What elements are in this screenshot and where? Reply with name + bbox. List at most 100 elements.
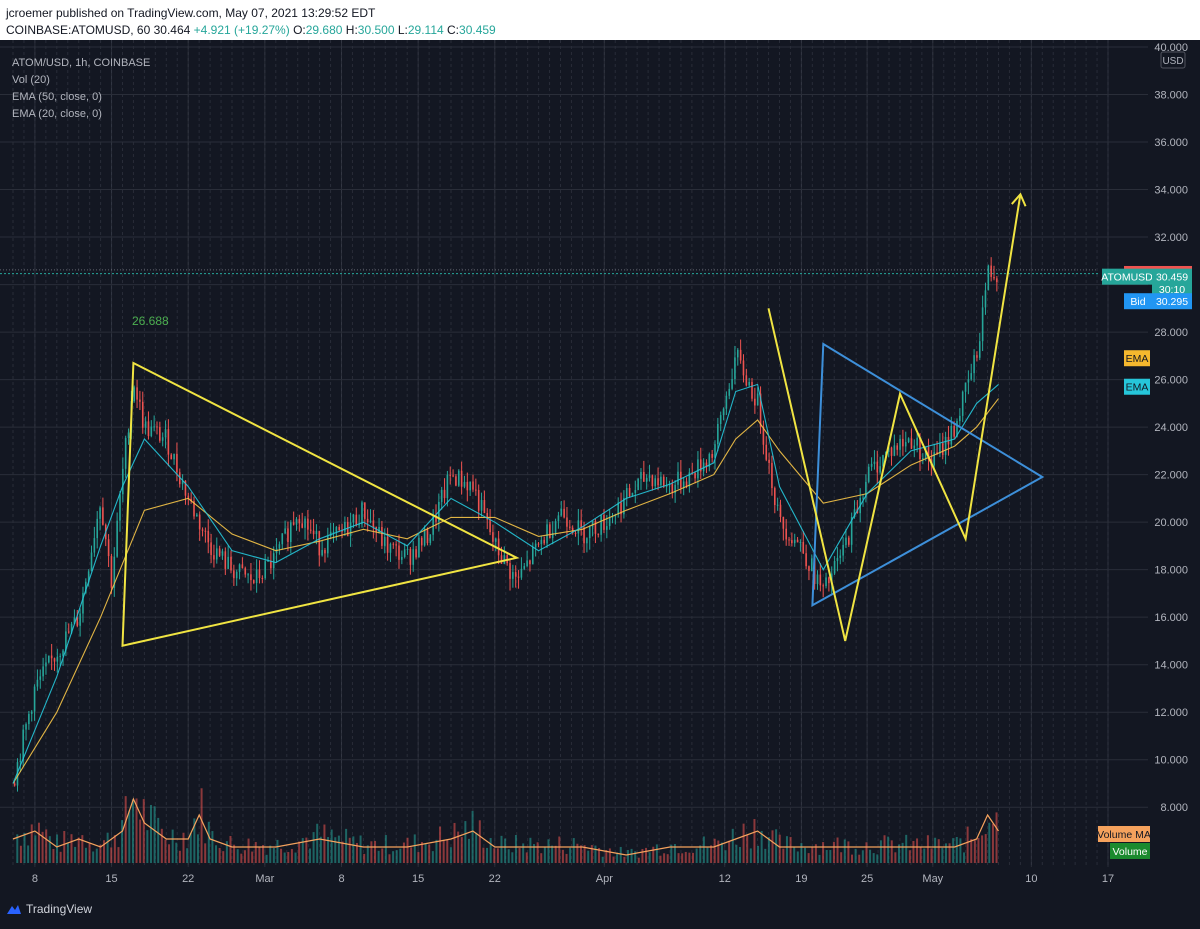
candle-body	[523, 566, 526, 569]
volume-bar	[34, 835, 37, 863]
candle-body	[597, 533, 600, 535]
x-tick-label: 8	[32, 873, 38, 885]
y-tick-label: 24.000	[1154, 422, 1188, 434]
volume-bar	[551, 845, 554, 863]
candle-body	[981, 307, 984, 342]
candle-body	[540, 539, 543, 545]
candle-body	[261, 578, 264, 580]
volume-bar	[507, 849, 510, 863]
candle-body	[904, 442, 907, 447]
legend-ema50[interactable]: EMA (50, close, 0)	[12, 89, 150, 106]
candle-body	[628, 488, 631, 497]
price-change: +4.921 (+19.27%)	[193, 23, 290, 37]
candle-body	[825, 577, 827, 587]
candle-body	[420, 537, 423, 546]
volume-bar	[168, 844, 171, 863]
volume-bar	[952, 838, 955, 863]
volume-bar	[710, 845, 713, 863]
candle-body	[167, 429, 170, 455]
x-tick-label: 17	[1102, 873, 1114, 885]
volume-bar	[410, 847, 413, 863]
volume-bar	[695, 848, 698, 863]
volume-bar	[565, 853, 568, 863]
legend-volume[interactable]: Vol (20)	[12, 72, 150, 89]
volume-bar	[905, 834, 908, 863]
tradingview-logo[interactable]: TradingView	[6, 902, 92, 916]
volume-bar	[37, 822, 40, 863]
volume-bar	[406, 837, 409, 863]
plot-area[interactable]	[0, 40, 1148, 867]
candle-body	[899, 438, 901, 450]
candle-body	[318, 531, 321, 556]
candle-body	[785, 528, 787, 540]
volume-bar	[160, 828, 163, 863]
candle-body	[147, 421, 150, 437]
candle-body	[637, 478, 639, 491]
candle-body	[586, 538, 588, 544]
volume-bar	[341, 841, 344, 863]
candle-body	[122, 468, 124, 495]
candle-body	[227, 556, 229, 569]
volume-bar	[417, 852, 420, 863]
candle-body	[922, 457, 924, 460]
candle-body	[369, 520, 372, 523]
volume-bar	[334, 837, 337, 863]
candle-body	[139, 399, 141, 402]
volume-bar	[84, 847, 87, 863]
candle-body	[455, 476, 457, 486]
volume-bar	[988, 822, 991, 863]
candle-body	[862, 497, 864, 499]
y-tick-label: 22.000	[1154, 470, 1188, 482]
price-chart[interactable]: 26.688 8.000 10.000 12.000 14.000 16.000 18.0…	[0, 40, 1200, 893]
candle-body	[964, 382, 967, 392]
volume-bar	[843, 839, 846, 863]
volume-bar	[757, 845, 760, 863]
published-line: jcroemer published on TradingView.com, M…	[6, 6, 376, 20]
candle-body	[136, 387, 138, 400]
candle-body	[574, 532, 577, 534]
candle-body	[754, 398, 756, 406]
volume-bar	[944, 843, 947, 863]
volume-bar	[113, 835, 116, 863]
candle-body	[164, 429, 167, 438]
volume-bar	[612, 856, 615, 863]
volume-bar	[446, 839, 449, 863]
candle-body	[492, 532, 494, 542]
candle-body	[50, 655, 53, 659]
volume-bar	[475, 832, 478, 863]
candle-body	[651, 475, 654, 487]
volume-bar	[771, 830, 774, 863]
candle-body	[560, 508, 563, 516]
volume-bar	[684, 851, 687, 863]
volume-bar	[402, 842, 405, 863]
candle-body	[944, 436, 947, 455]
volume-bar	[514, 834, 517, 863]
volume-bar	[677, 853, 680, 863]
price-axis[interactable]	[1148, 40, 1200, 867]
candle-body	[717, 423, 719, 445]
volume-bar	[984, 834, 987, 863]
candle-body	[648, 475, 651, 478]
volume-bar	[384, 835, 387, 863]
volume-bar	[131, 799, 134, 863]
legend-ema20[interactable]: EMA (20, close, 0)	[12, 106, 150, 123]
candle-body	[298, 518, 301, 524]
candle-body	[802, 542, 805, 554]
volume-bar	[45, 829, 48, 863]
volume-bar	[785, 836, 788, 863]
volume-bar	[713, 838, 716, 863]
volume-bar	[254, 842, 257, 863]
candle-body	[460, 470, 463, 487]
volume-bar	[70, 834, 73, 863]
volume-bar	[825, 849, 828, 863]
candle-body	[238, 564, 241, 572]
candle-body	[53, 658, 56, 662]
candle-body	[645, 477, 648, 482]
candle-body	[250, 574, 252, 581]
volume-bar	[720, 842, 723, 863]
candle-body	[765, 444, 768, 460]
volume-bar	[579, 845, 582, 863]
candle-body	[976, 355, 978, 358]
candle-body	[816, 574, 819, 584]
volume-bar	[981, 835, 984, 863]
